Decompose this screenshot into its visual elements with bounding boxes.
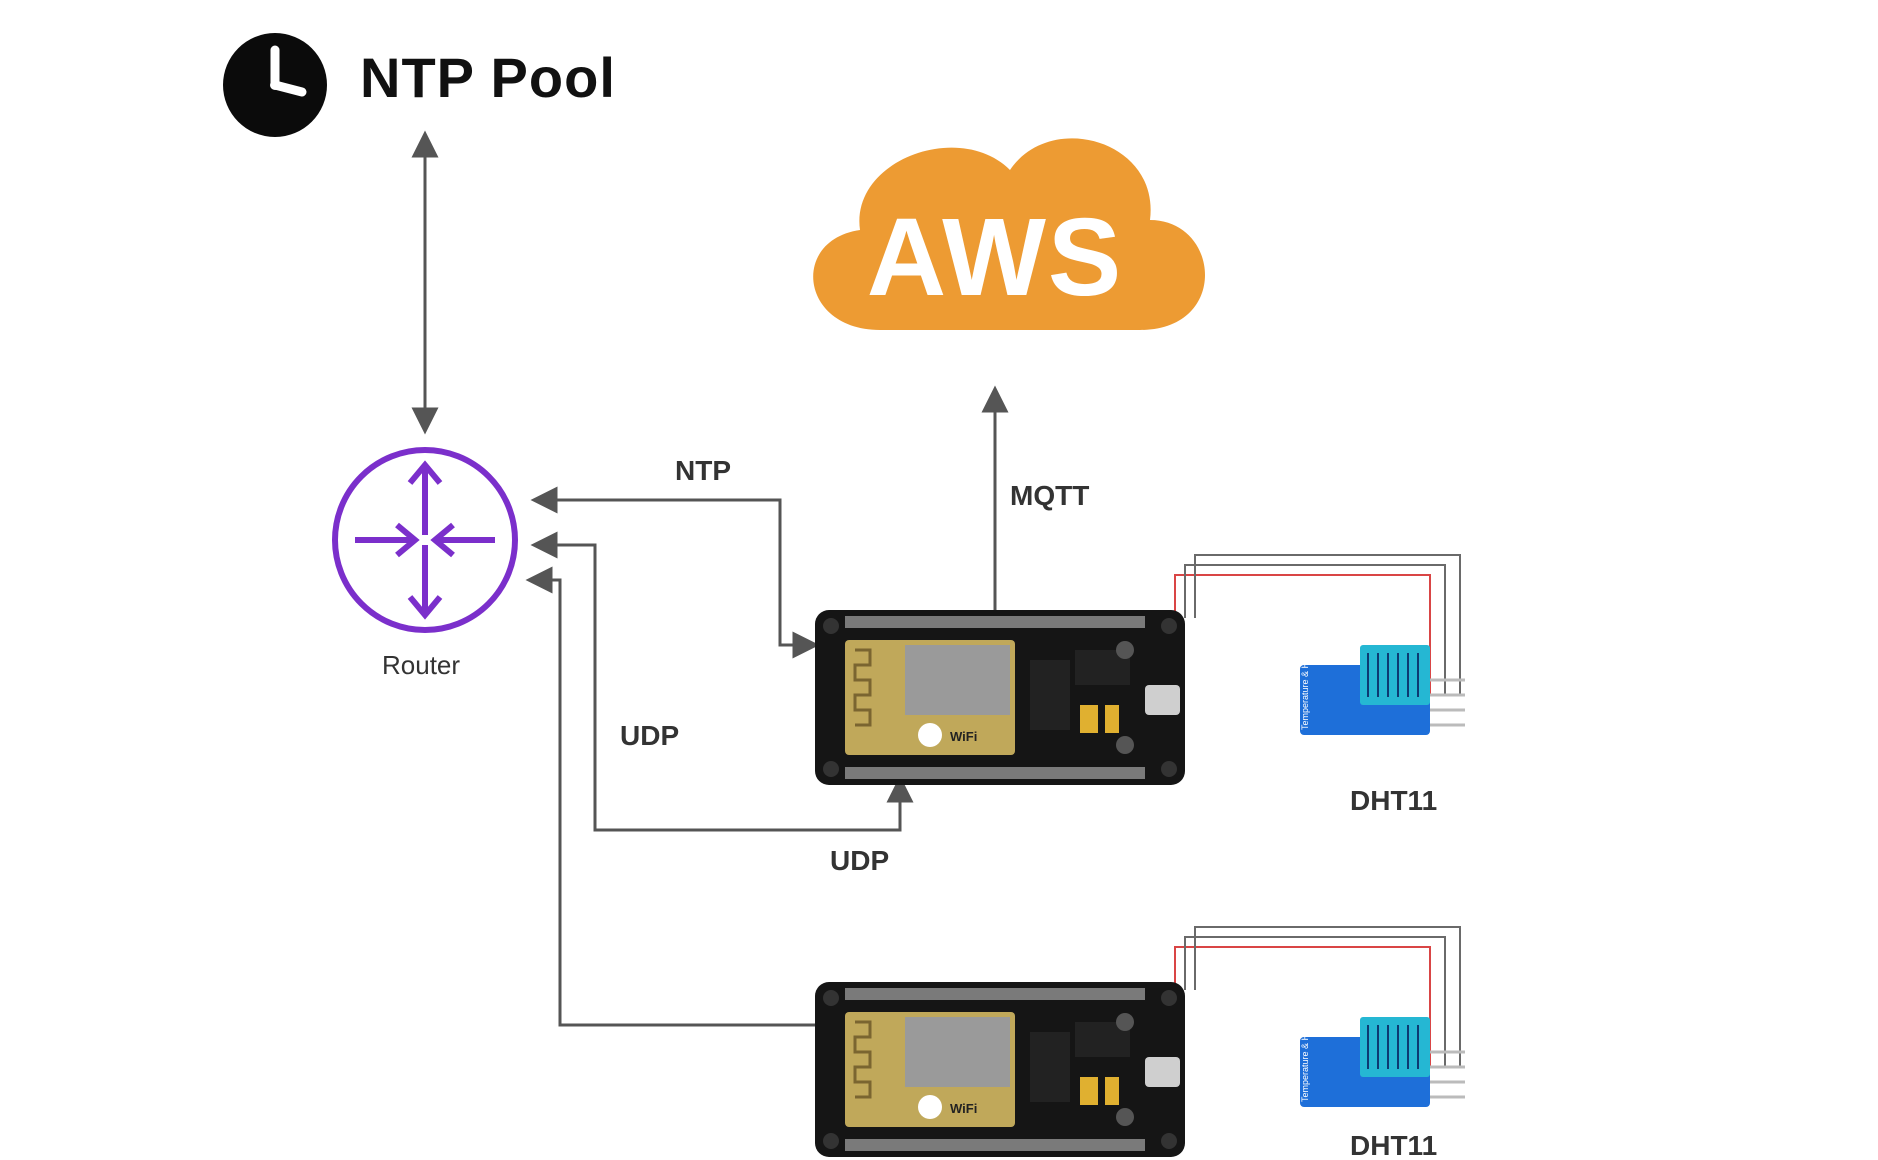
edge-label-ntp: NTP — [675, 455, 731, 487]
sensor-icon: Temperature & Humidity — [1300, 997, 1490, 1127]
esp-board-2: WiFi — [815, 982, 1185, 1157]
aws-label: AWS — [867, 196, 1124, 319]
router-icon — [320, 435, 530, 645]
dht11-label-2: DHT11 — [1350, 1130, 1437, 1160]
ntp-pool-label: NTP Pool — [360, 45, 616, 110]
svg-text:WiFi: WiFi — [950, 1101, 977, 1116]
microcontroller-icon: WiFi — [815, 610, 1185, 785]
dht11-sensor-2: Temperature & Humidity — [1300, 997, 1490, 1127]
svg-text:WiFi: WiFi — [950, 729, 977, 744]
edge-label-udp2: UDP — [830, 845, 889, 877]
edge-label-mqtt: MQTT — [1010, 480, 1089, 512]
edge-router-board1-ntp — [535, 500, 815, 645]
ntp-pool-node — [220, 30, 330, 140]
edge-board2-router — [530, 580, 815, 1025]
sensor-icon: Temperature & Humidity — [1300, 625, 1490, 755]
router-label: Router — [382, 650, 460, 681]
esp-board-1: WiFi — [815, 610, 1185, 785]
svg-text:Temperature & Humidity: Temperature & Humidity — [1300, 633, 1310, 730]
svg-text:Temperature & Humidity: Temperature & Humidity — [1300, 1005, 1310, 1102]
clock-icon — [220, 30, 330, 140]
dht11-label-1: DHT11 — [1350, 785, 1437, 817]
aws-cloud-icon: AWS — [760, 100, 1230, 400]
edge-label-udp1: UDP — [620, 720, 679, 752]
aws-node: AWS — [760, 100, 1230, 400]
router-node — [320, 435, 530, 645]
microcontroller-icon: WiFi — [815, 982, 1185, 1157]
dht11-sensor-1: Temperature & Humidity — [1300, 625, 1490, 755]
